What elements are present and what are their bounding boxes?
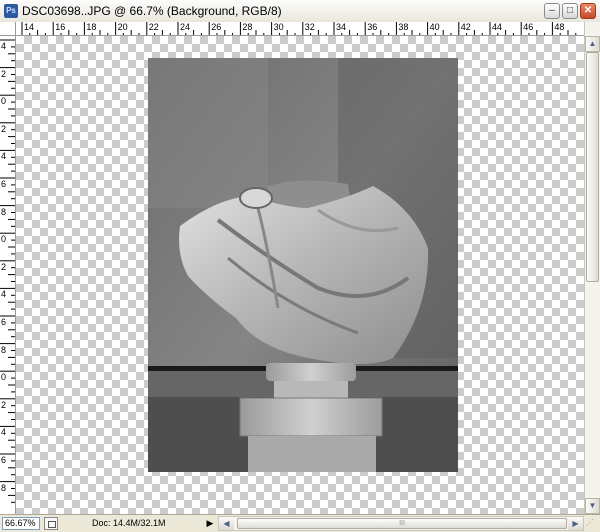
horizontal-scroll-thumb[interactable]: III	[237, 518, 567, 529]
horizontal-scrollbar[interactable]: ◀ III ▶	[218, 516, 584, 531]
close-button[interactable]: ✕	[580, 3, 596, 19]
ruler-label: 32	[304, 22, 315, 32]
zoom-level-field[interactable]: 66.67%	[2, 517, 40, 530]
ruler-label: 6	[1, 179, 7, 189]
ruler-label: 2	[1, 123, 7, 134]
horizontal-ruler[interactable]: 14 16 18 20 22 24 26 28 30 32 34 36 38 40 42 44 46 48	[16, 22, 584, 36]
ruler-label: 28	[242, 22, 253, 32]
statue-bust-photo	[148, 58, 458, 472]
vertical-scrollbar[interactable]: ▲ ▼	[584, 22, 600, 514]
ruler-label: 40	[429, 22, 440, 32]
document-size-info[interactable]: Doc: 14.4M/32.1M	[92, 518, 166, 528]
ruler-label: 4	[1, 41, 7, 51]
vertical-ruler-ticks	[0, 39, 15, 503]
ruler-label: 38	[398, 22, 409, 32]
ruler-label: 48	[554, 22, 565, 32]
navigator-icon[interactable]	[44, 517, 58, 530]
ruler-label: 2	[1, 68, 7, 79]
ruler-label: 44	[492, 22, 503, 32]
ruler-label: 6	[1, 317, 7, 327]
ruler-label: 30	[273, 22, 284, 32]
scroll-left-button[interactable]: ◀	[219, 517, 234, 530]
vertical-scroll-thumb[interactable]	[586, 52, 599, 282]
ruler-label: 16	[55, 22, 66, 32]
minimize-button[interactable]: ‒	[544, 3, 560, 19]
ruler-label: 0	[1, 96, 7, 107]
ruler-label: 0	[1, 234, 7, 245]
ruler-label: 6	[1, 455, 7, 465]
ruler-label: 24	[180, 22, 191, 32]
scroll-down-button[interactable]: ▼	[585, 498, 600, 514]
scroll-up-button[interactable]: ▲	[585, 36, 600, 52]
ruler-label: 8	[1, 344, 7, 355]
photo-layer-background[interactable]	[148, 58, 458, 472]
window-title: DSC03698..JPG @ 66.7% (Background, RGB/8…	[22, 4, 282, 18]
vertical-ruler[interactable]: 4 2 0 2 4 6 8 0 2 4 6 8 0 2 4 6 8	[0, 36, 16, 514]
ruler-label: 4	[1, 427, 7, 438]
ruler-label: 2	[1, 261, 7, 272]
photoshop-app-icon[interactable]: Ps	[4, 4, 18, 18]
ruler-label: 14	[24, 22, 35, 32]
ruler-label: 20	[117, 22, 128, 32]
ruler-label: 2	[1, 399, 7, 410]
ruler-label: 18	[86, 22, 97, 32]
ruler-label: 4	[1, 151, 7, 162]
ruler-label: 26	[211, 22, 222, 32]
ruler-label: 42	[460, 22, 471, 32]
ruler-label: 4	[1, 289, 7, 300]
status-bar: 66.67% Doc: 14.4M/32.1M ▶ ◀ III ▶ ⋰	[0, 514, 600, 532]
photoshop-document-window: Ps DSC03698..JPG @ 66.7% (Background, RG…	[0, 0, 600, 532]
document-canvas[interactable]	[16, 36, 584, 514]
maximize-button[interactable]: □	[562, 3, 578, 19]
ruler-origin[interactable]	[0, 22, 16, 36]
status-menu-arrow[interactable]: ▶	[204, 517, 216, 530]
title-bar[interactable]: Ps DSC03698..JPG @ 66.7% (Background, RG…	[0, 0, 600, 23]
ruler-label: 22	[148, 22, 159, 32]
ruler-label: 8	[1, 206, 7, 217]
ruler-label: 34	[336, 22, 347, 32]
scroll-right-button[interactable]: ▶	[568, 517, 583, 530]
ruler-label: 8	[1, 482, 7, 493]
ruler-label: 46	[523, 22, 534, 32]
ruler-label: 0	[1, 372, 7, 383]
resize-grip-icon[interactable]: ⋰	[586, 518, 598, 530]
ruler-label: 36	[367, 22, 378, 32]
